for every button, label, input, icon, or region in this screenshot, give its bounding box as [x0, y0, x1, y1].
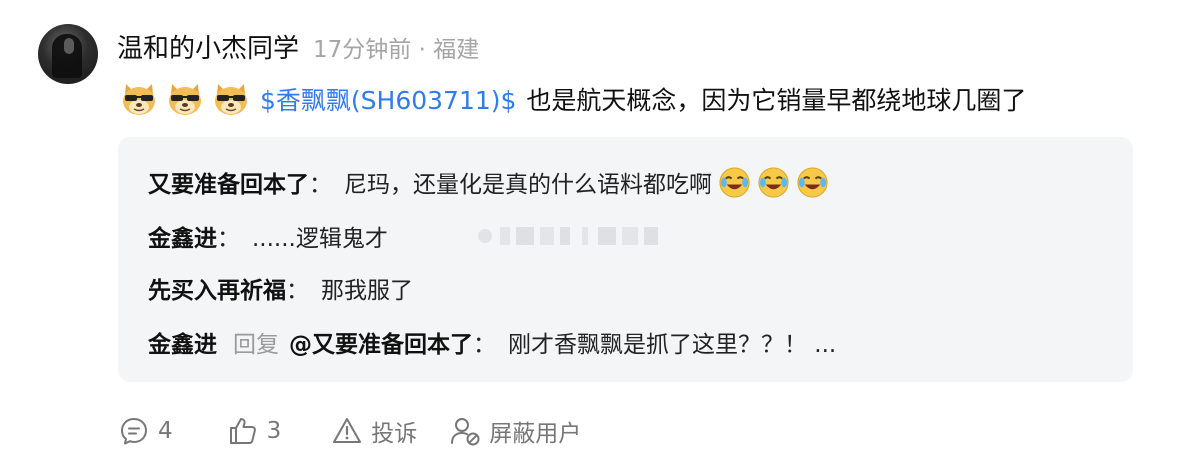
- like-count: 3: [266, 418, 282, 444]
- reply-text: ......逻辑鬼才: [252, 226, 388, 252]
- avatar[interactable]: [38, 24, 98, 84]
- doge-emoji-icon: [123, 84, 155, 115]
- thumbs-up-icon: [229, 418, 256, 444]
- reply-colon: ：: [309, 172, 332, 198]
- comment-icon: [121, 418, 147, 445]
- like-button[interactable]: 3: [227, 415, 282, 447]
- reply-author[interactable]: 金鑫进: [148, 219, 217, 253]
- watermark-icon: [478, 227, 658, 245]
- reply-text: 那我服了: [321, 278, 413, 304]
- avatar-highlight: [64, 38, 74, 54]
- reply-author[interactable]: 又要准备回本了: [148, 165, 309, 199]
- reply-item[interactable]: 金鑫进 ： ......逻辑鬼才: [148, 219, 388, 253]
- post-text: 也是航天概念，因为它销量早都绕地球几圈了: [526, 86, 1027, 115]
- post-meta: 17分钟前 · 福建: [313, 37, 480, 63]
- laugh-cry-emoji-icon: [719, 166, 750, 198]
- block-user-label: 屏蔽用户: [489, 421, 582, 447]
- reply-colon: ：: [286, 278, 309, 304]
- block-user-button[interactable]: 屏蔽用户: [449, 414, 581, 448]
- report-button[interactable]: 投诉: [331, 414, 417, 448]
- username[interactable]: 温和的小杰同学: [117, 28, 299, 65]
- reply-author[interactable]: 先买入再祈福: [148, 271, 286, 305]
- reply-colon: ：: [473, 332, 496, 358]
- block-user-icon: [451, 418, 480, 446]
- replies-panel: 又要准备回本了 ： 尼玛，还量化是真的什么语料都吃啊 金鑫进 ： ......逻…: [118, 137, 1133, 382]
- reply-to-word: 回复: [233, 332, 279, 358]
- warning-triangle-icon: [333, 418, 362, 443]
- report-label: 投诉: [371, 421, 418, 447]
- stock-link[interactable]: $香飘飘(SH603711)$: [260, 81, 516, 117]
- laugh-cry-emoji-icon: [758, 166, 789, 198]
- laugh-cry-emoji-icon: [797, 166, 828, 198]
- post-content: $香飘飘(SH603711)$ 也是航天概念，因为它销量早都绕地球几圈了: [120, 80, 1026, 118]
- reply-colon: ：: [217, 226, 240, 252]
- reply-target[interactable]: @又要准备回本了: [289, 325, 473, 359]
- comment-button[interactable]: 4: [118, 415, 173, 447]
- post-header: 温和的小杰同学 17分钟前 · 福建: [117, 28, 479, 65]
- reply-item[interactable]: 金鑫进 回复 @又要准备回本了 ： 刚才香飘飘是抓了这里？？！ ...: [148, 325, 836, 359]
- action-bar: 4 3 投诉 屏蔽用户: [118, 414, 581, 448]
- reply-item[interactable]: 又要准备回本了 ： 尼玛，还量化是真的什么语料都吃啊: [148, 165, 829, 199]
- reply-author[interactable]: 金鑫进: [148, 325, 217, 359]
- comment-count: 4: [158, 418, 173, 444]
- doge-emoji-icon: [215, 84, 247, 115]
- reply-text: 刚才香飘飘是抓了这里？？！ ...: [508, 332, 837, 358]
- doge-emoji-icon: [169, 84, 201, 115]
- reply-item[interactable]: 先买入再祈福 ： 那我服了: [148, 271, 413, 305]
- reply-text: 尼玛，还量化是真的什么语料都吃啊: [344, 172, 712, 198]
